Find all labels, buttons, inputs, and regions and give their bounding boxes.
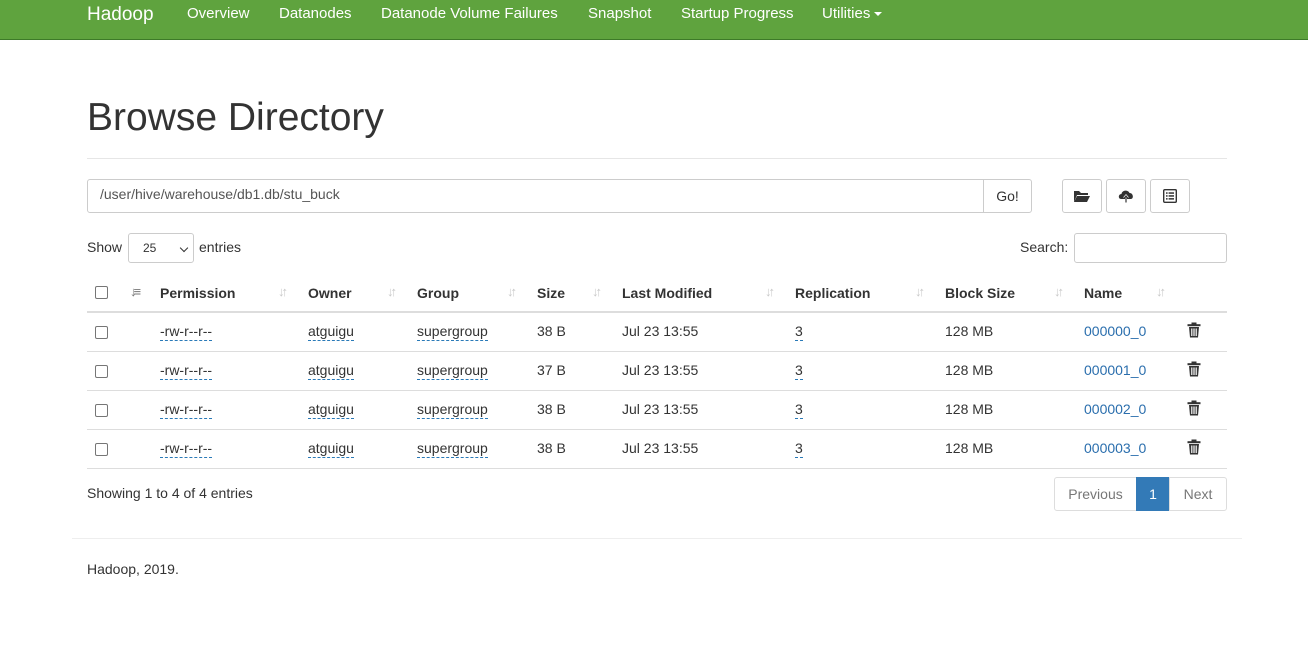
row-checkbox[interactable]: [95, 443, 108, 456]
nav-utilities-label: Utilities: [822, 5, 871, 22]
folder-open-icon: [1074, 191, 1090, 202]
cut-paste-button[interactable]: [1150, 179, 1190, 213]
group-cell[interactable]: supergroup: [417, 362, 488, 380]
block-size-cell: 128 MB: [945, 323, 994, 339]
group-cell[interactable]: supergroup: [417, 323, 488, 341]
owner-cell[interactable]: atguigu: [308, 401, 354, 419]
upload-files-button[interactable]: [1106, 179, 1146, 213]
owner-cell[interactable]: atguigu: [308, 323, 354, 341]
file-name-link[interactable]: 000000_0: [1084, 323, 1146, 339]
trash-icon[interactable]: [1187, 439, 1201, 455]
block-size-cell: 128 MB: [945, 362, 994, 378]
footer-divider: [72, 538, 1242, 539]
nav-datanode-volume-failures[interactable]: Datanode Volume Failures: [381, 5, 558, 22]
entries-label: entries: [199, 239, 242, 255]
replication-cell[interactable]: 3: [795, 440, 803, 458]
table-row: -rw-r--r-- atguigu supergroup 38 B Jul 2…: [87, 313, 1227, 352]
last-modified-cell: Jul 23 13:55: [622, 401, 699, 417]
size-cell: 37 B: [537, 362, 566, 378]
sort-order-icon[interactable]: ↓≡: [130, 284, 141, 299]
select-all-checkbox[interactable]: [95, 286, 108, 299]
page-title: Browse Directory: [87, 96, 384, 139]
column-header-group[interactable]: Group: [417, 285, 459, 301]
column-header-permission[interactable]: Permission: [160, 285, 235, 301]
column-header-owner[interactable]: Owner: [308, 285, 352, 301]
table-row: -rw-r--r-- atguigu supergroup 38 B Jul 2…: [87, 391, 1227, 430]
last-modified-cell: Jul 23 13:55: [622, 362, 699, 378]
permission-cell[interactable]: -rw-r--r--: [160, 440, 213, 458]
nav-overview[interactable]: Overview: [187, 5, 250, 22]
nav-utilities-dropdown[interactable]: Utilities: [822, 5, 883, 22]
block-size-cell: 128 MB: [945, 440, 994, 456]
replication-cell[interactable]: 3: [795, 323, 803, 341]
sort-icon[interactable]: ↓↑: [915, 284, 925, 299]
column-header-last-modified[interactable]: Last Modified: [622, 285, 712, 301]
nav-snapshot[interactable]: Snapshot: [588, 5, 651, 22]
group-cell[interactable]: supergroup: [417, 401, 488, 419]
trash-icon[interactable]: [1187, 400, 1201, 416]
previous-page-button[interactable]: Previous: [1054, 477, 1137, 511]
block-size-cell: 128 MB: [945, 401, 994, 417]
go-button[interactable]: Go!: [983, 179, 1032, 213]
sort-icon[interactable]: ↓↑: [1054, 284, 1064, 299]
table-row: -rw-r--r-- atguigu supergroup 37 B Jul 2…: [87, 352, 1227, 391]
pagination: Previous 1 Next: [1054, 477, 1227, 511]
file-table: ↓≡ Permission ↓↑ Owner ↓↑ Group ↓↑ Size …: [87, 274, 1227, 469]
last-modified-cell: Jul 23 13:55: [622, 323, 699, 339]
entries-summary: Showing 1 to 4 of 4 entries: [87, 485, 253, 501]
directory-path-input[interactable]: /user/hive/warehouse/db1.db/stu_buck: [87, 179, 984, 213]
row-checkbox[interactable]: [95, 404, 108, 417]
replication-cell[interactable]: 3: [795, 401, 803, 419]
file-name-link[interactable]: 000003_0: [1084, 440, 1146, 456]
column-header-block-size[interactable]: Block Size: [945, 285, 1015, 301]
sort-icon[interactable]: ↓↑: [507, 284, 517, 299]
trash-icon[interactable]: [1187, 361, 1201, 377]
page-1-button[interactable]: 1: [1136, 477, 1170, 511]
search-input[interactable]: [1074, 233, 1227, 263]
navbar-brand[interactable]: Hadoop: [87, 4, 154, 26]
column-header-name[interactable]: Name: [1084, 285, 1122, 301]
create-directory-button[interactable]: [1062, 179, 1102, 213]
column-header-replication[interactable]: Replication: [795, 285, 870, 301]
size-cell: 38 B: [537, 401, 566, 417]
trash-icon[interactable]: [1187, 322, 1201, 338]
sort-icon[interactable]: ↓↑: [1156, 284, 1166, 299]
nav-startup-progress[interactable]: Startup Progress: [681, 5, 794, 22]
top-navbar: Hadoop Overview Datanodes Datanode Volum…: [0, 0, 1308, 40]
show-label: Show: [87, 239, 123, 255]
size-cell: 38 B: [537, 440, 566, 456]
caret-down-icon: [874, 12, 883, 17]
column-header-size[interactable]: Size: [537, 285, 565, 301]
cloud-upload-icon: [1118, 190, 1133, 203]
last-modified-cell: Jul 23 13:55: [622, 440, 699, 456]
sort-icon[interactable]: ↓↑: [592, 284, 602, 299]
table-row: -rw-r--r-- atguigu supergroup 38 B Jul 2…: [87, 430, 1227, 469]
row-checkbox[interactable]: [95, 365, 108, 378]
owner-cell[interactable]: atguigu: [308, 440, 354, 458]
footer-text: Hadoop, 2019.: [87, 561, 179, 577]
entries-per-page-value: 25: [143, 241, 157, 255]
permission-cell[interactable]: -rw-r--r--: [160, 401, 213, 419]
search-label: Search:: [1020, 239, 1069, 255]
size-cell: 38 B: [537, 323, 566, 339]
file-name-link[interactable]: 000001_0: [1084, 362, 1146, 378]
row-checkbox[interactable]: [95, 326, 108, 339]
sort-icon[interactable]: ↓↑: [765, 284, 775, 299]
title-divider: [87, 158, 1227, 159]
owner-cell[interactable]: atguigu: [308, 362, 354, 380]
chevron-down-icon: [179, 243, 189, 253]
list-alt-icon: [1163, 189, 1177, 203]
permission-cell[interactable]: -rw-r--r--: [160, 323, 213, 341]
entries-per-page-select[interactable]: 25: [128, 233, 194, 263]
nav-datanodes[interactable]: Datanodes: [279, 5, 352, 22]
replication-cell[interactable]: 3: [795, 362, 803, 380]
permission-cell[interactable]: -rw-r--r--: [160, 362, 213, 380]
table-header: ↓≡ Permission ↓↑ Owner ↓↑ Group ↓↑ Size …: [87, 274, 1227, 313]
file-name-link[interactable]: 000002_0: [1084, 401, 1146, 417]
next-page-button[interactable]: Next: [1169, 477, 1227, 511]
group-cell[interactable]: supergroup: [417, 440, 488, 458]
sort-icon[interactable]: ↓↑: [278, 284, 288, 299]
sort-icon[interactable]: ↓↑: [387, 284, 397, 299]
